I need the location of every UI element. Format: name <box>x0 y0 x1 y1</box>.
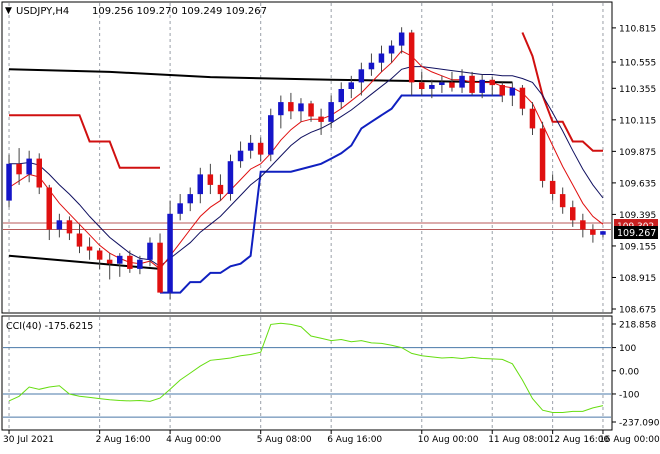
cci-tick-label: 218.858 <box>619 321 656 331</box>
candle-body <box>298 103 304 112</box>
price-tick-label: 108.675 <box>619 306 656 316</box>
candle-body <box>46 187 52 230</box>
candle-body <box>469 75 475 93</box>
candle-body <box>147 242 153 260</box>
candle-body <box>519 87 526 109</box>
candle-body <box>539 128 546 181</box>
candle-body <box>247 142 254 151</box>
candle-body <box>217 184 224 195</box>
candle-body <box>580 220 586 230</box>
cci-panel-frame <box>1 315 613 431</box>
candle-body <box>499 85 505 96</box>
candle-body <box>268 115 274 155</box>
candle-body <box>358 69 365 83</box>
candle-body <box>26 158 32 175</box>
candle-body <box>549 180 556 194</box>
price-tick-label: 109.155 <box>619 242 656 252</box>
time-axis: 30 Jul 2021 2 Aug 16:00 4 Aug 00:00 5 Aug 0… <box>3 430 660 445</box>
candle-body <box>86 246 93 251</box>
time-tick-label: 5 Aug 08:00 <box>257 435 312 445</box>
candle-body <box>398 32 405 46</box>
chart-symbol: USDJPY,H4 <box>16 6 69 17</box>
candle-body <box>479 79 485 93</box>
candle-body <box>106 259 113 264</box>
candle-body <box>459 75 465 88</box>
candle-body <box>56 220 63 230</box>
price-tick-label: 109.635 <box>619 179 656 189</box>
cci-tick-label: -237.0909 <box>619 419 660 429</box>
price-chart-window[interactable]: 110.815 110.555 110.355 110.115 109.875 109.6… <box>0 0 660 450</box>
collapse-icon[interactable]: ▼ <box>5 6 12 16</box>
candle-body <box>429 85 435 89</box>
candle-body <box>308 103 314 117</box>
candle-body <box>36 158 42 188</box>
candle-body <box>66 220 73 234</box>
candle-body <box>137 259 143 269</box>
candle-body <box>288 102 294 112</box>
candle-body <box>227 161 234 194</box>
candle-body <box>207 174 214 185</box>
current-price-label: 109.267 <box>617 228 656 239</box>
cci-label: CCI(40) -175.6215 <box>6 321 93 332</box>
cci-tick-label: 0.00 <box>619 367 639 377</box>
cci-tick-label: 100 <box>619 344 636 354</box>
candle-body <box>257 142 264 155</box>
candle-body <box>559 194 566 208</box>
candle-body <box>237 150 244 162</box>
candle-body <box>6 163 12 201</box>
candle-body <box>509 87 516 96</box>
candle-body <box>378 53 385 63</box>
chart-ohlc: 109.256 109.270 109.249 109.267 <box>92 6 267 17</box>
time-tick-label: 11 Aug 08:00 <box>488 435 549 445</box>
time-tick-label: 2 Aug 16:00 <box>96 435 151 445</box>
candle-body <box>348 82 354 89</box>
price-tick-label: 109.875 <box>619 148 656 158</box>
candle-body <box>419 82 425 89</box>
candle-body <box>177 203 183 214</box>
chart-canvas[interactable]: 110.815 110.555 110.355 110.115 109.875 109.6… <box>0 0 660 450</box>
price-tick-label: 110.555 <box>619 59 656 69</box>
candle-body <box>16 163 22 175</box>
candle-body <box>278 102 284 116</box>
candle-body <box>318 116 324 122</box>
time-tick-label: 4 Aug 00:00 <box>166 435 221 445</box>
candle-body <box>167 213 173 293</box>
price-tick-label: 110.815 <box>619 24 656 34</box>
time-tick-label: 6 Aug 16:00 <box>327 435 382 445</box>
price-tick-label: 110.355 <box>619 85 656 95</box>
candle-body <box>197 174 203 195</box>
cci-tick-label: -100 <box>619 391 640 401</box>
candle-body <box>76 233 83 247</box>
candle-body <box>600 231 606 235</box>
candle-body <box>127 255 133 269</box>
candle-body <box>338 89 344 103</box>
candle-body <box>449 82 455 88</box>
candle-body <box>489 79 495 86</box>
time-tick-label: 30 Jul 2021 <box>3 435 54 445</box>
time-tick-label: 10 Aug 00:00 <box>418 435 479 445</box>
price-scale: 110.815 110.555 110.355 110.115 109.875 109.6… <box>612 24 656 316</box>
candle-body <box>328 102 334 122</box>
candle-body <box>590 229 596 235</box>
main-panel-frame <box>1 1 613 314</box>
cci-scale: 218.858 100 0.00 -100 -237.0909 <box>612 321 660 429</box>
candle-body <box>529 108 536 129</box>
time-tick-label: 16 Aug 00:00 <box>599 435 660 445</box>
candle-body <box>408 32 415 83</box>
candle-body <box>570 207 576 221</box>
price-tick-label: 108.915 <box>619 274 656 284</box>
candle-body <box>368 62 375 70</box>
candle-body <box>96 250 103 260</box>
candle-body <box>439 82 445 85</box>
candle-body <box>157 242 163 293</box>
candle-body <box>187 194 193 204</box>
candle-body <box>117 255 123 264</box>
candle-body <box>388 45 395 54</box>
price-tick-label: 110.115 <box>619 116 656 126</box>
